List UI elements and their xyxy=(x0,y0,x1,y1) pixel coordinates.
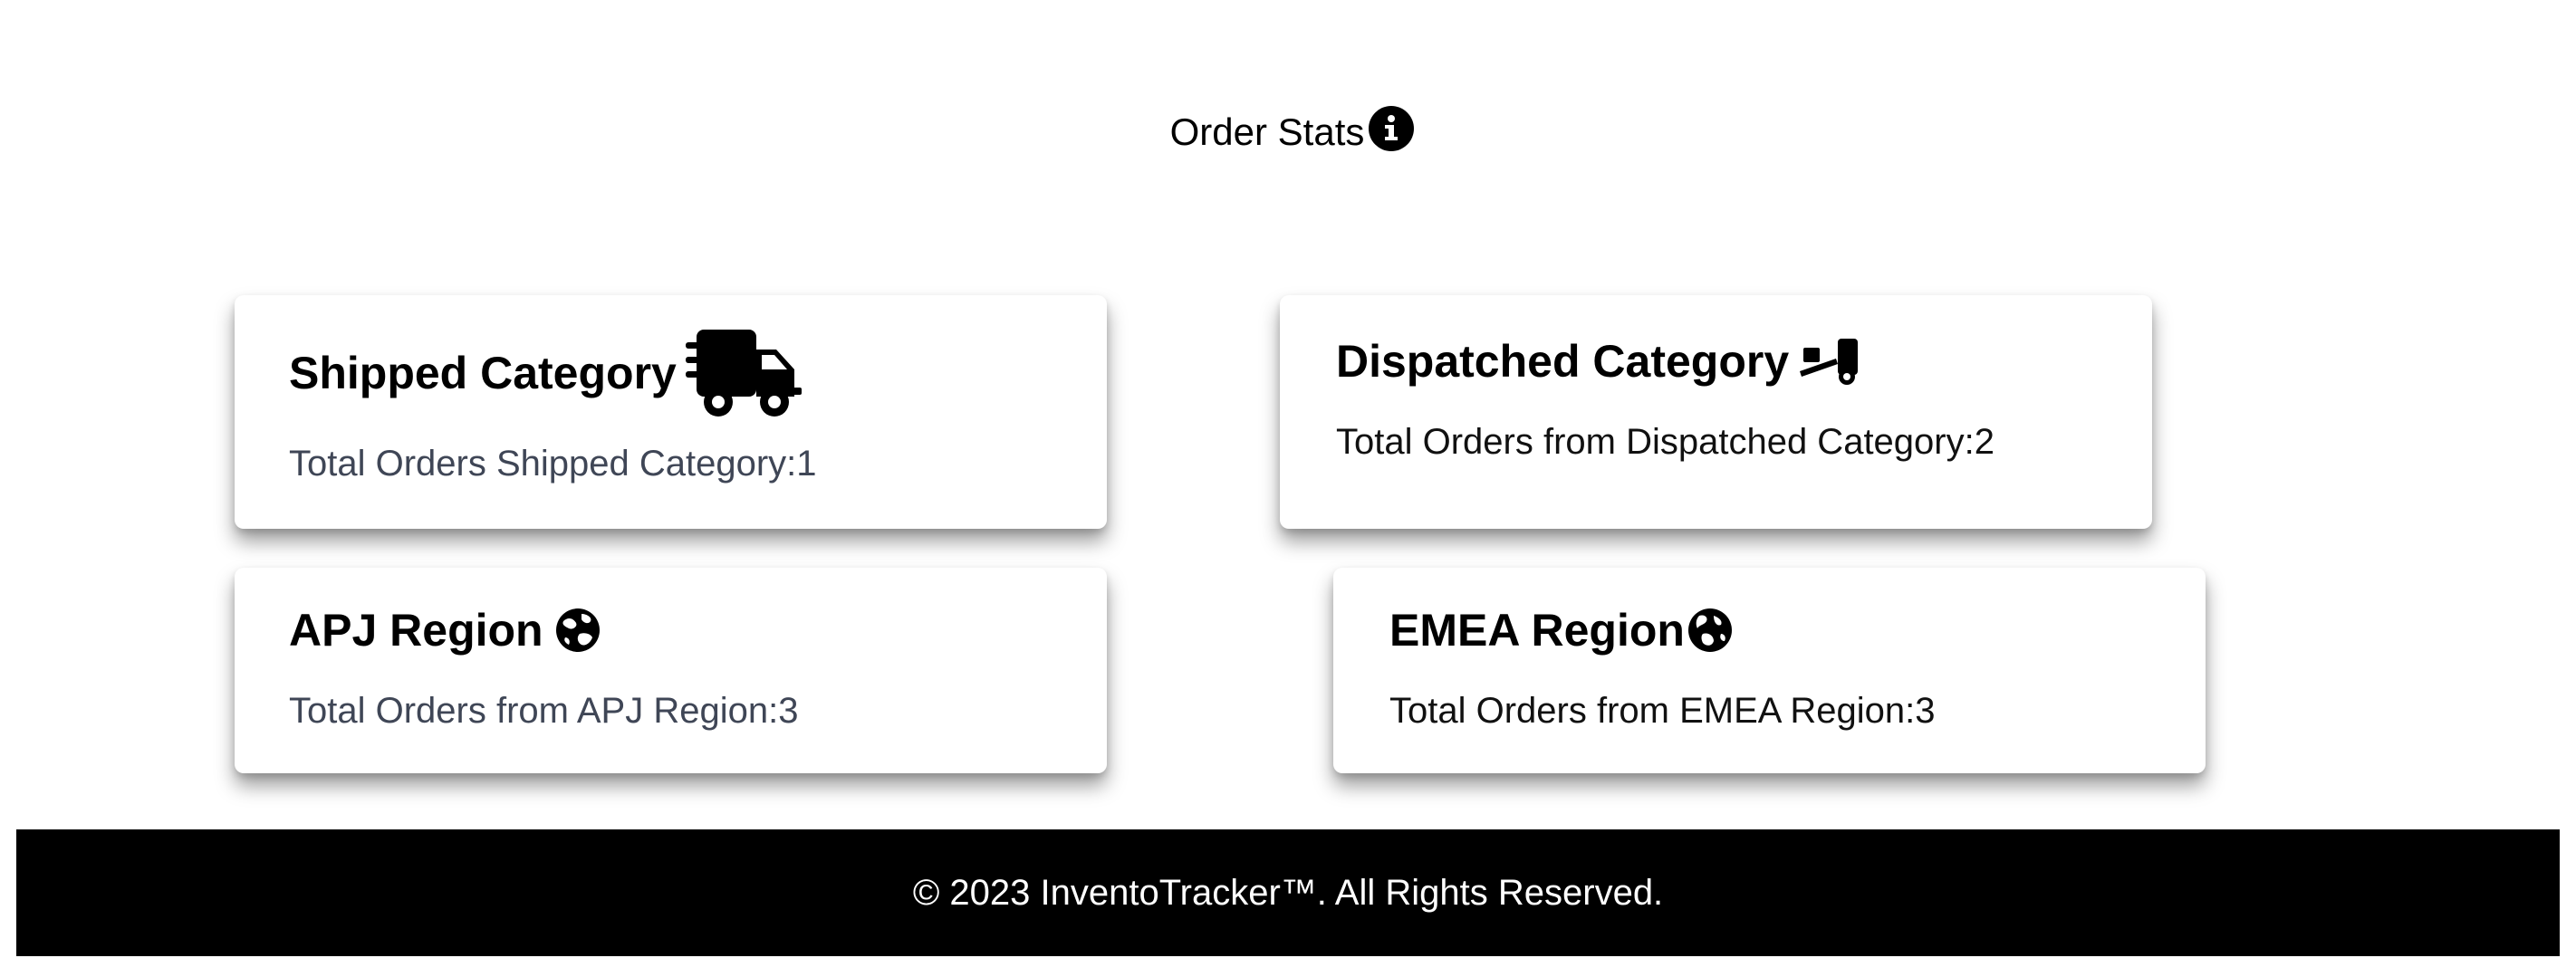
globe-europe-icon xyxy=(1687,607,1734,654)
dispatched-category-heading: Dispatched Category xyxy=(1336,335,1860,388)
apj-region-total: Total Orders from APJ Region:3 xyxy=(289,691,799,731)
dispatched-category-title: Dispatched Category xyxy=(1336,336,1790,387)
shipped-category-heading: Shipped Category xyxy=(289,326,802,420)
page-header: Order Stats xyxy=(0,106,2576,156)
truck-fast-icon xyxy=(685,326,802,420)
shipped-category-title: Shipped Category xyxy=(289,348,677,398)
footer: © 2023 InventoTracker™. All Rights Reser… xyxy=(16,829,2560,956)
shipped-category-card: Shipped Category Total Orders Shipped Ca… xyxy=(235,295,1107,529)
emea-region-heading: EMEA Region xyxy=(1389,604,1734,656)
apj-region-title: APJ Region xyxy=(289,605,543,656)
shipped-category-total: Total Orders Shipped Category:1 xyxy=(289,444,817,484)
info-icon[interactable] xyxy=(1368,105,1415,152)
emea-region-card: EMEA Region Total Orders from EMEA Regio… xyxy=(1333,568,2206,773)
apj-region-card: APJ Region Total Orders from APJ Region:… xyxy=(235,568,1107,773)
truck-ramp-box-icon xyxy=(1800,337,1860,386)
globe-asia-icon xyxy=(554,607,601,654)
footer-copyright: © 2023 InventoTracker™. All Rights Reser… xyxy=(912,872,1664,913)
emea-region-title: EMEA Region xyxy=(1389,605,1685,656)
order-stats-page: Order Stats Shipped Category Total Order… xyxy=(0,0,2576,977)
dispatched-category-total: Total Orders from Dispatched Category:2 xyxy=(1336,422,1994,462)
dispatched-category-card: Dispatched Category Total Orders from Di… xyxy=(1280,295,2152,529)
apj-region-heading: APJ Region xyxy=(289,604,601,656)
page-title: Order Stats xyxy=(1169,110,1365,153)
emea-region-total: Total Orders from EMEA Region:3 xyxy=(1389,691,1936,731)
